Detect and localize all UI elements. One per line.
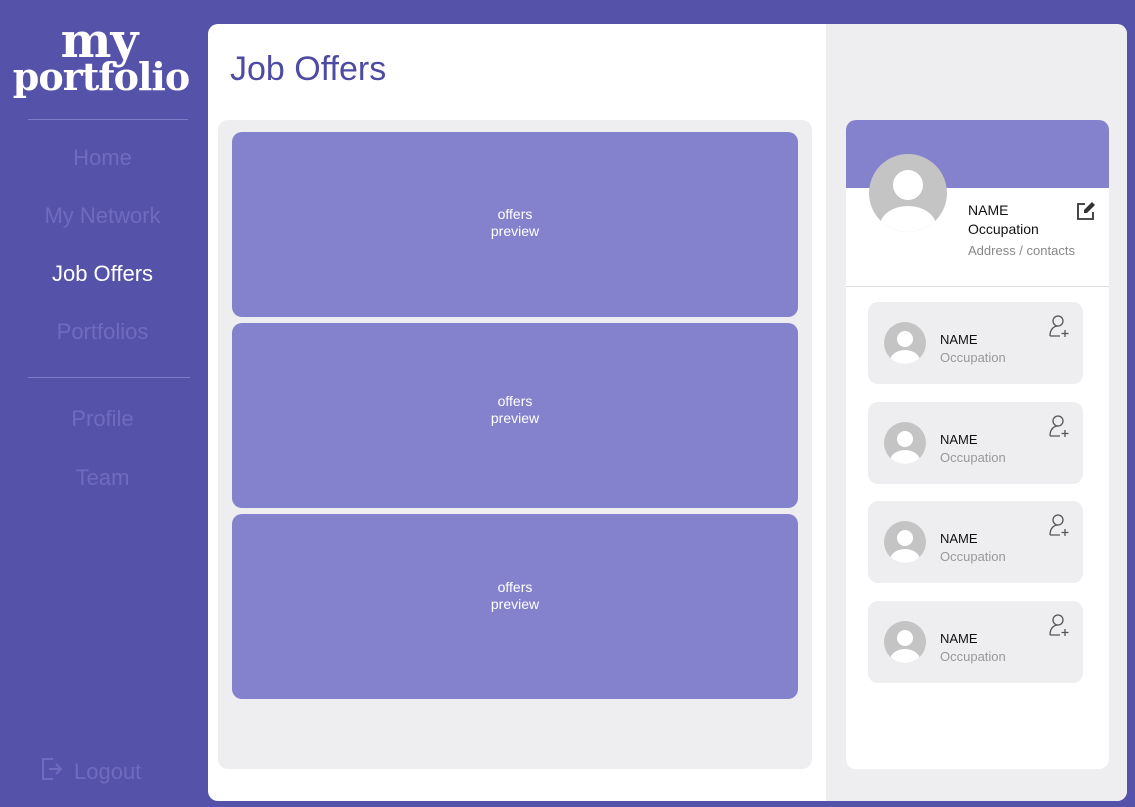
contact-card[interactable]: NAME Occupation [868, 402, 1083, 484]
contact-card[interactable]: NAME Occupation [868, 501, 1083, 583]
avatar [884, 521, 926, 563]
contact-occupation: Occupation [940, 350, 1006, 365]
contact-occupation: Occupation [940, 549, 1006, 564]
nav-item-home[interactable]: Home [0, 145, 205, 171]
logout-label: Logout [74, 759, 142, 784]
avatar [884, 621, 926, 663]
add-user-icon[interactable] [1048, 414, 1072, 438]
profile-occupation: Occupation [968, 221, 1039, 237]
add-user-icon[interactable] [1048, 513, 1072, 537]
contact-occupation: Occupation [940, 649, 1006, 664]
contact-name: NAME [940, 332, 978, 347]
avatar [884, 422, 926, 464]
nav-item-job-offers[interactable]: Job Offers [0, 261, 205, 287]
profile-divider [846, 286, 1109, 287]
logo[interactable]: my portfolio [13, 17, 198, 96]
offer-preview-text-2: preview [490, 410, 540, 426]
contact-occupation: Occupation [940, 450, 1006, 465]
contact-name: NAME [940, 432, 978, 447]
sidebar: my portfolio Home My Network Job Offers … [0, 0, 205, 807]
offer-preview-text-1: offers [497, 206, 533, 222]
main-panel: Job Offers offers preview offers preview… [208, 24, 1127, 801]
logo-line-2: portfolio [12, 54, 190, 100]
offer-card[interactable]: offers preview [232, 132, 798, 317]
profile-card: NAME Occupation Address / contacts NAME … [846, 120, 1109, 769]
nav-item-profile[interactable]: Profile [0, 406, 205, 432]
contact-card[interactable]: NAME Occupation [868, 601, 1083, 683]
contact-card[interactable]: NAME Occupation [868, 302, 1083, 384]
profile-name: NAME [968, 202, 1009, 218]
offer-preview-text-1: offers [497, 393, 533, 409]
nav-item-team[interactable]: Team [0, 465, 205, 491]
offer-preview-text-2: preview [490, 223, 540, 239]
offer-card[interactable]: offers preview [232, 514, 798, 699]
contact-name: NAME [940, 631, 978, 646]
page-title: Job Offers [230, 50, 387, 88]
offer-preview-text-1: offers [497, 579, 533, 595]
add-user-icon[interactable] [1048, 613, 1072, 637]
edit-icon[interactable] [1075, 200, 1097, 222]
logout-icon [40, 756, 64, 788]
sidebar-divider [28, 377, 190, 378]
add-user-icon[interactable] [1048, 314, 1072, 338]
offer-card[interactable]: offers preview [232, 323, 798, 508]
sidebar-divider [28, 119, 188, 120]
offer-preview-text-2: preview [490, 596, 540, 612]
contact-name: NAME [940, 531, 978, 546]
profile-address: Address / contacts [968, 243, 1075, 258]
logout-button[interactable]: Logout [40, 756, 141, 788]
avatar[interactable] [869, 154, 947, 232]
avatar [884, 322, 926, 364]
nav-item-my-network[interactable]: My Network [0, 203, 205, 229]
nav-item-portfolios[interactable]: Portfolios [0, 319, 205, 345]
offers-panel: offers preview offers preview offers pre… [218, 120, 812, 769]
